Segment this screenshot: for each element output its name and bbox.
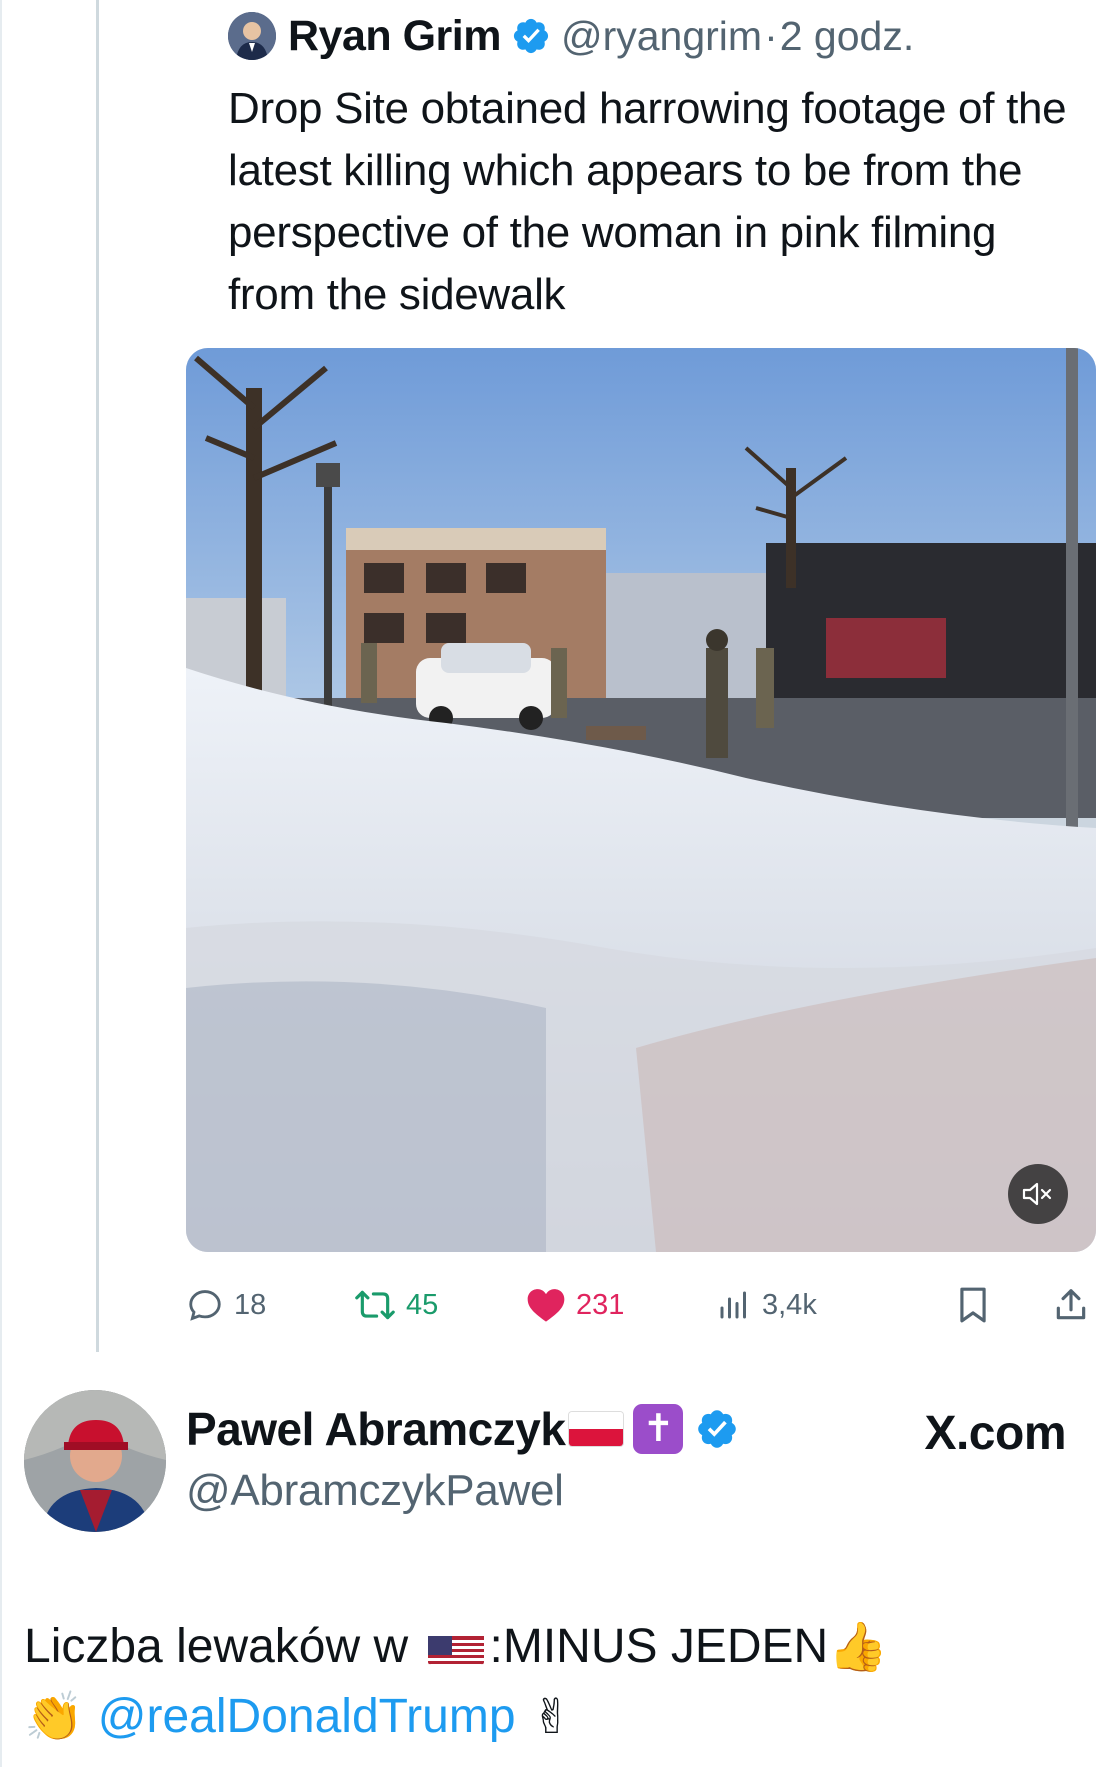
reply-count: 18 [234,1288,267,1321]
heart-icon [527,1289,565,1322]
views-chart-icon [720,1291,746,1319]
verified-badge-icon [511,16,551,56]
quoted-author-name[interactable]: Ryan Grim [288,12,501,61]
header-separator: · [764,12,778,59]
speaker-muted-icon [1022,1182,1052,1206]
bookmark-button[interactable] [956,1280,1000,1330]
views-button[interactable]: 3,4k [716,1280,817,1330]
bookmark-icon [960,1287,986,1323]
quoted-tweet-text: Drop Site obtained harrowing footage of … [228,84,1067,319]
share-button[interactable] [1052,1280,1096,1330]
clapping-hands-icon: 👏 [24,1689,84,1745]
mention-link[interactable]: @realDonaldTrump [98,1689,516,1744]
author-avatar[interactable] [24,1390,166,1532]
verified-badge-icon [695,1407,739,1451]
tweet-body-line-2: 👏 @realDonaldTrump ✌ [24,1688,572,1746]
body-suffix-text: :MINUS JEDEN [489,1620,829,1673]
author-name[interactable]: Pawel Abramczyk [186,1402,566,1456]
views-count: 3,4k [762,1288,817,1321]
quoted-tweet-actions: 18 45 231 3,4k [186,1270,1096,1340]
mute-toggle-button[interactable] [1008,1164,1068,1224]
repost-count: 45 [406,1288,439,1321]
reply-icon [189,1290,221,1321]
source-label: X.com [924,1407,1066,1460]
repost-icon [355,1290,395,1320]
latin-cross-icon: ✝ [633,1404,684,1454]
author-handle[interactable]: @AbramczykPawel [186,1466,564,1516]
repost-button[interactable]: 45 [354,1280,438,1330]
left-border [0,0,2,1767]
quoted-tweet-video[interactable] [186,348,1096,1252]
video-frame [186,348,1096,1252]
share-icon [1056,1289,1086,1320]
thumbs-up-icon: 👍 [828,1619,888,1675]
quoted-author-avatar[interactable] [228,12,276,60]
usa-flag-icon [427,1629,484,1665]
reply-button[interactable]: 18 [186,1280,266,1330]
quoted-tweet[interactable]: Ryan Grim @ryangrim · 2 godz. Drop Site … [186,0,1096,1352]
tweet-body-line-1: Liczba lewaków w :MINUS JEDEN 👍 [24,1618,888,1675]
author-avatar-photo [24,1390,166,1532]
quoted-tweet-time[interactable]: 2 godz. [780,13,915,60]
poland-flag-icon [569,1412,624,1446]
quoted-author-handle[interactable]: @ryangrim [561,13,762,60]
victory-hand-icon: ✌ [531,1688,572,1745]
body-prefix-text: Liczba lewaków w [24,1620,422,1673]
thread-connector-line [96,0,99,1352]
author-name-row: Pawel Abramczyk ✝ [186,1402,749,1456]
like-button[interactable]: 231 [526,1280,624,1330]
like-count: 231 [576,1288,625,1321]
quoted-tweet-header: Ryan Grim @ryangrim · 2 godz. [228,10,914,62]
